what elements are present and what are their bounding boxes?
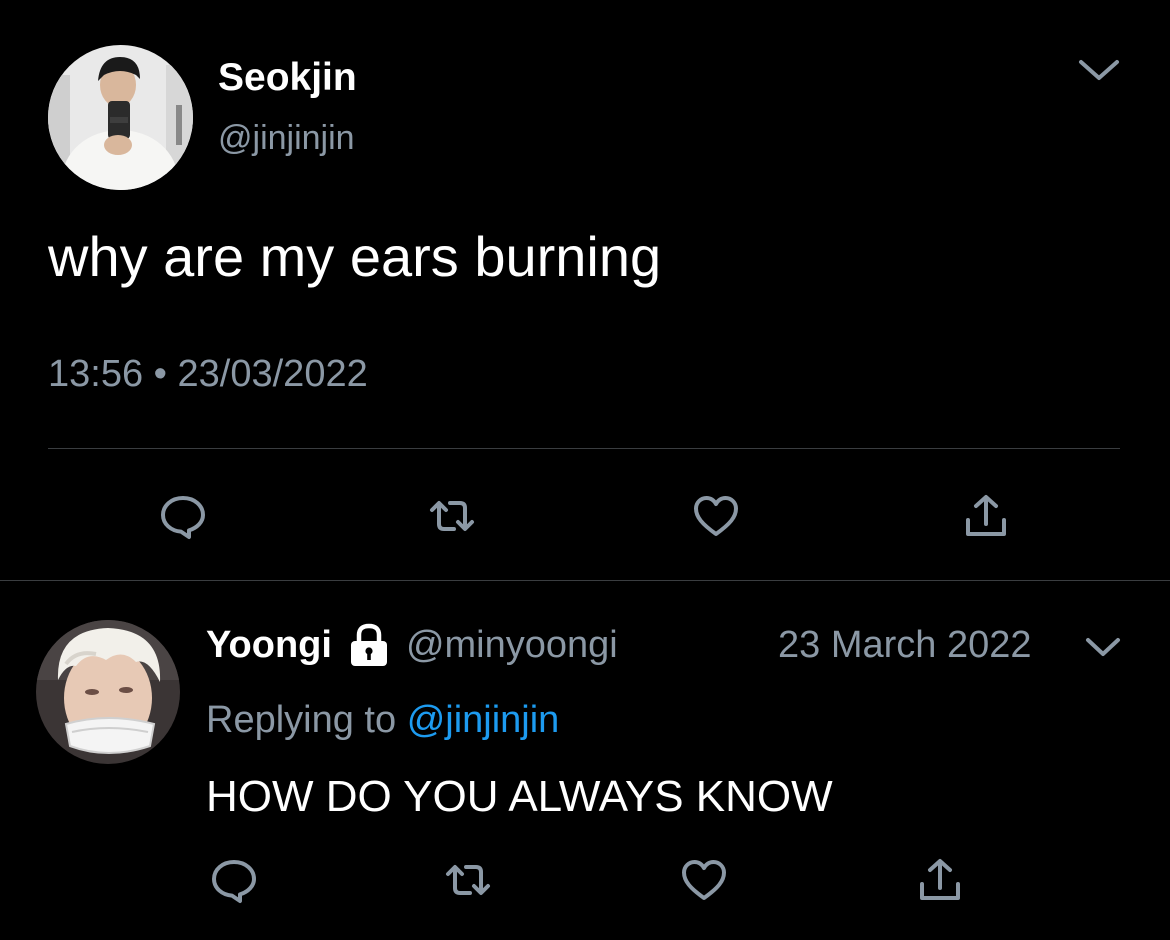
reply-icon[interactable]	[210, 856, 258, 904]
reply-icon[interactable]	[159, 492, 207, 540]
lock-icon	[346, 622, 392, 668]
like-icon[interactable]	[692, 492, 740, 540]
like-icon[interactable]	[680, 856, 728, 904]
share-icon[interactable]	[916, 856, 964, 904]
tweet-time: 13:56	[48, 353, 144, 395]
retweet-icon[interactable]	[428, 492, 476, 540]
main-tweet-text: why are my ears burning	[48, 225, 662, 288]
reply-header: Yoongi @minyoongi	[206, 622, 618, 668]
reply-date[interactable]: 23 March 2022	[778, 622, 1032, 668]
divider	[48, 448, 1120, 449]
reply-avatar[interactable]	[36, 620, 180, 764]
reply-handle[interactable]: @minyoongi	[406, 624, 618, 667]
reply-text: HOW DO YOU ALWAYS KNOW	[206, 772, 833, 821]
main-tweet-avatar[interactable]	[48, 45, 193, 190]
retweet-icon[interactable]	[444, 856, 492, 904]
main-handle[interactable]: @jinjinjin	[218, 118, 355, 158]
main-tweet-timestamp[interactable]: 13:56 • 23/03/2022	[48, 352, 368, 396]
chevron-down-icon[interactable]	[1075, 56, 1123, 86]
tweet-date: 23/03/2022	[177, 353, 368, 395]
replying-prefix: Replying to	[206, 699, 397, 741]
chevron-down-icon[interactable]	[1082, 634, 1124, 662]
main-display-name[interactable]: Seokjin	[218, 56, 357, 100]
timestamp-separator: •	[153, 353, 167, 395]
reply-display-name[interactable]: Yoongi	[206, 624, 332, 667]
divider	[0, 580, 1170, 581]
replying-mention-link[interactable]: @jinjinjin	[407, 699, 560, 741]
share-icon[interactable]	[962, 492, 1010, 540]
replying-to: Replying to @jinjinjin	[206, 697, 559, 743]
